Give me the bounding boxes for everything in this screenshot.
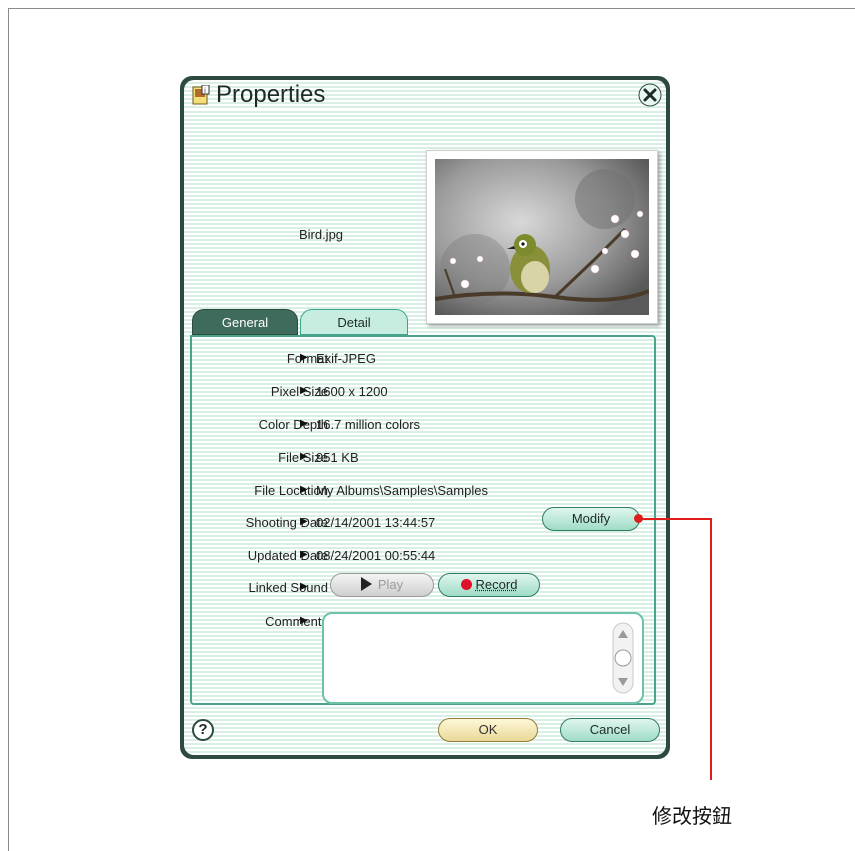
callout-line-vertical [710, 518, 712, 780]
properties-icon: i [192, 85, 210, 105]
arrow-right-icon: ▶ [300, 451, 308, 462]
tab-detail[interactable]: Detail [300, 309, 408, 335]
play-icon [360, 577, 372, 591]
file-size-value: 951 KB [316, 450, 359, 465]
modify-button[interactable]: Modify [542, 507, 640, 531]
linked-sound-label: Linked Sound [248, 580, 328, 595]
arrow-right-icon: ▶ [300, 352, 308, 363]
page-frame-left [8, 8, 9, 851]
record-label: Record [475, 577, 518, 592]
page-frame-top [8, 8, 855, 9]
window-title: Properties [216, 81, 326, 108]
cancel-button[interactable]: Cancel [560, 718, 660, 742]
callout-line-horizontal [640, 518, 712, 520]
shooting-date-value: 02/14/2001 13:44:57 [316, 515, 436, 530]
file-location-value: My Albums\Samples\Samples [316, 483, 488, 498]
arrow-right-icon: ▶ [300, 549, 308, 560]
comments-textarea[interactable] [322, 612, 644, 704]
close-icon[interactable] [638, 83, 662, 107]
titlebar: i Properties [184, 80, 666, 110]
arrow-right-icon: ▶ [300, 385, 308, 396]
arrow-right-icon: ▶ [300, 484, 308, 495]
help-button[interactable]: ? [192, 719, 214, 741]
properties-dialog: i Properties Bird.jpg General Detail For… [180, 76, 670, 759]
ok-button[interactable]: OK [438, 718, 538, 742]
arrow-right-icon: ▶ [300, 581, 308, 592]
comments-label: Comments [265, 614, 328, 629]
image-thumbnail-frame [426, 150, 658, 324]
svg-text:i: i [204, 87, 206, 95]
play-label: Play [377, 577, 404, 592]
record-icon [460, 579, 472, 590]
image-thumbnail [435, 159, 649, 315]
format-value: Exif-JPEG [316, 351, 376, 366]
pixel-size-value: 1600 x 1200 [316, 384, 388, 399]
record-button[interactable]: Record [438, 573, 540, 597]
arrow-right-icon: ▶ [300, 516, 308, 527]
tab-general[interactable]: General [192, 309, 298, 335]
updated-date-value: 08/24/2001 00:55:44 [316, 548, 436, 563]
comments-scrollbar[interactable] [612, 622, 634, 694]
arrow-right-icon: ▶ [300, 418, 308, 429]
scroll-thumb [614, 649, 632, 667]
play-button[interactable]: Play [330, 573, 434, 597]
file-name: Bird.jpg [298, 227, 344, 242]
arrow-right-icon: ▶ [300, 615, 308, 626]
modify-button-callout: 修改按鈕 [652, 806, 732, 828]
color-depth-value: 16.7 million colors [316, 417, 421, 432]
